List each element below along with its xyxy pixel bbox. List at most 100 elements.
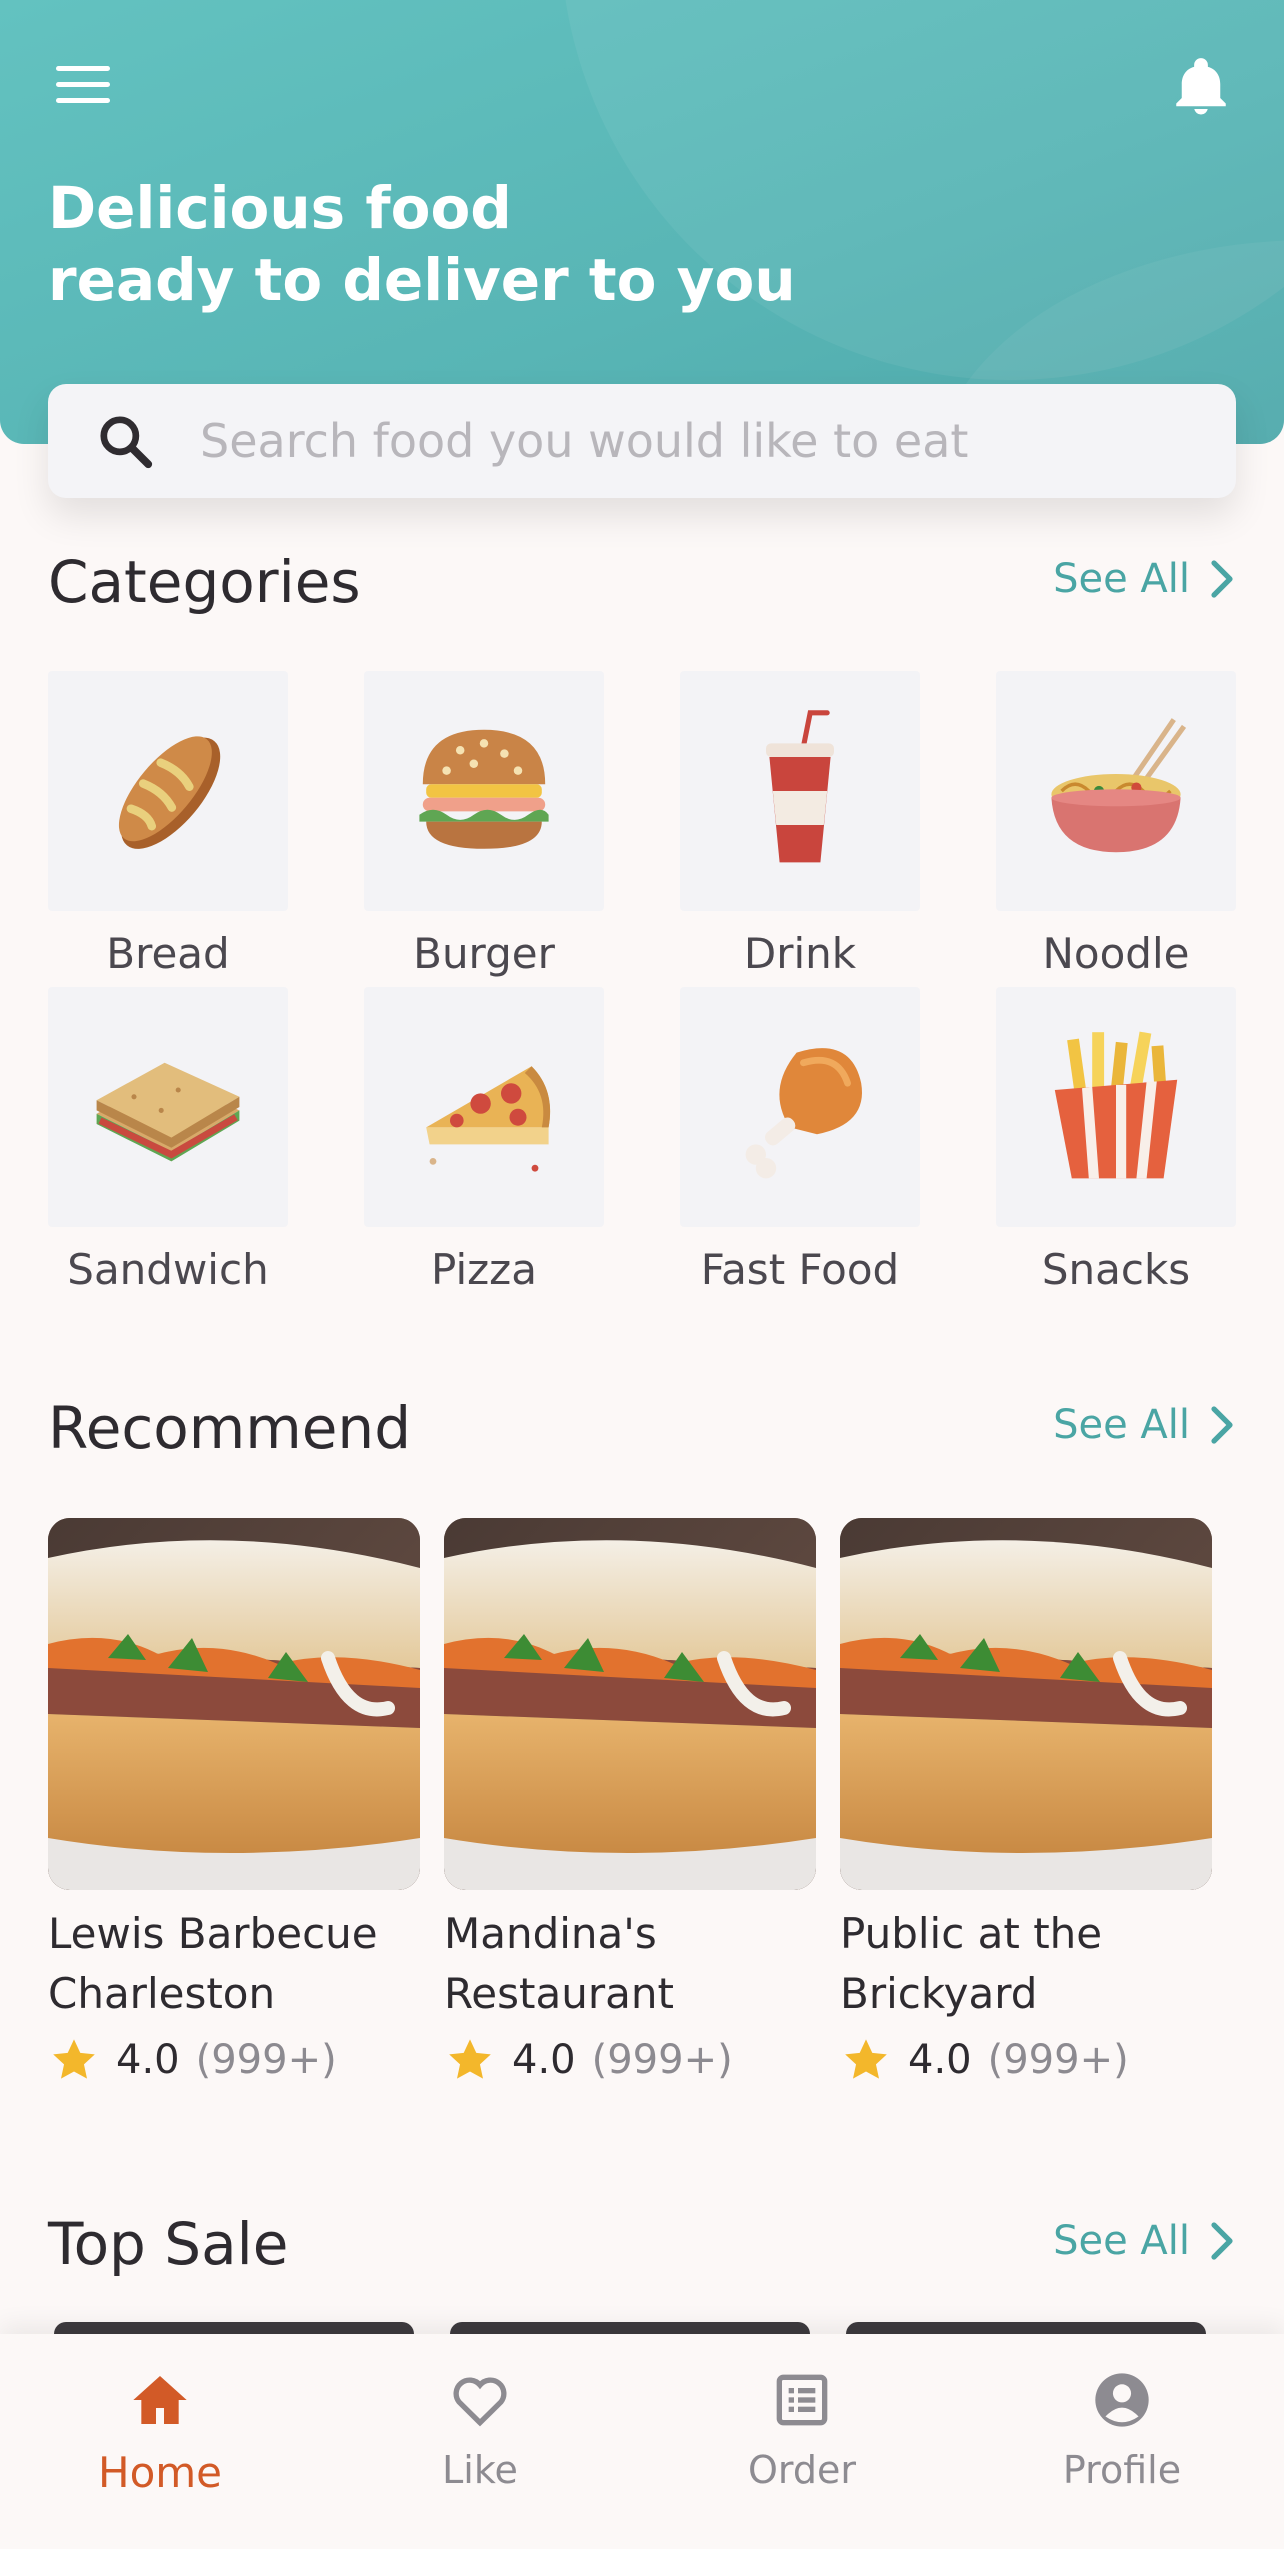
top-sale-card-peek[interactable] — [450, 2322, 810, 2334]
top-sale-card-peek[interactable] — [54, 2322, 414, 2334]
rating: 4.0 (999+) — [840, 2034, 1212, 2086]
recommend-card[interactable]: Public at the Brickyard 4.0 (999+) — [840, 1518, 1212, 2086]
category-snacks[interactable]: Snacks — [996, 987, 1236, 1302]
rating: 4.0 (999+) — [444, 2034, 816, 2086]
recommend-card[interactable]: Lewis Barbecue Charleston 4.0 (999+) — [48, 1518, 420, 2086]
category-tile — [996, 987, 1236, 1227]
category-label: Bread — [106, 929, 230, 978]
recommend-card[interactable]: Mandina's Restaurant 4.0 (999+) — [444, 1518, 816, 2086]
category-tile — [996, 671, 1236, 911]
page-title: Delicious food ready to deliver to you — [48, 172, 948, 316]
category-drink[interactable]: Drink — [680, 671, 920, 986]
rating-score: 4.0 — [908, 2037, 972, 2083]
recommend-title: Recommend — [48, 1394, 412, 1462]
restaurant-name-line-2: Restaurant — [444, 1969, 674, 2018]
top-sale-title: Top Sale — [48, 2210, 289, 2278]
category-label: Drink — [743, 929, 857, 978]
top-sale-see-all-button[interactable]: See All — [1053, 2218, 1236, 2264]
rating: 4.0 (999+) — [48, 2034, 420, 2086]
banh-mi-image — [48, 1518, 420, 1890]
sandwich-icon — [96, 1062, 240, 1162]
category-noodle[interactable]: Noodle — [996, 671, 1236, 986]
profile-icon — [1095, 2373, 1149, 2427]
noodle-icon — [1051, 718, 1187, 853]
banh-mi-image — [840, 1518, 1212, 1890]
rating-score: 4.0 — [116, 2037, 180, 2083]
see-all-label: See All — [1053, 2218, 1190, 2264]
top-sale-header: Top Sale See All — [48, 2210, 1236, 2290]
restaurant-name: Mandina's Restaurant — [444, 1904, 816, 2024]
restaurant-name-line-1: Lewis Barbecue — [48, 1909, 378, 1958]
nav-order[interactable]: Order — [682, 2368, 922, 2528]
category-tile — [680, 671, 920, 911]
recommend-see-all-button[interactable]: See All — [1053, 1402, 1236, 1448]
recommend-header: Recommend See All — [48, 1394, 1236, 1474]
top-sale-card-peek[interactable] — [846, 2322, 1206, 2334]
rating-count: (999+) — [591, 2037, 733, 2083]
restaurant-name: Lewis Barbecue Charleston — [48, 1904, 420, 2024]
chevron-right-icon — [1211, 560, 1233, 598]
title-line-2: ready to deliver to you — [48, 246, 796, 314]
search-icon — [100, 416, 153, 469]
category-tile — [48, 671, 288, 911]
bread-icon — [118, 736, 221, 849]
order-list-icon — [776, 2374, 828, 2426]
food-photo — [48, 1518, 420, 1890]
rating-count: (999+) — [195, 2037, 337, 2083]
drink-icon — [766, 710, 834, 863]
nav-profile[interactable]: Profile — [1002, 2368, 1242, 2528]
bottom-navigation: Home Like Order Profile — [0, 2334, 1284, 2549]
restaurant-name-line-1: Public at the — [840, 1909, 1103, 1958]
search-input[interactable] — [200, 401, 1200, 481]
nav-like[interactable]: Like — [360, 2368, 600, 2528]
pizza-icon — [426, 1066, 551, 1172]
nav-label: Like — [442, 2448, 518, 2492]
nav-label: Home — [97, 2448, 223, 2497]
food-photo — [444, 1518, 816, 1890]
categories-title: Categories — [48, 548, 361, 616]
restaurant-name-line-1: Mandina's — [444, 1909, 657, 1958]
category-label: Sandwich — [67, 1245, 269, 1294]
category-sandwich[interactable]: Sandwich — [48, 987, 288, 1302]
star-icon — [449, 2039, 491, 2079]
category-label: Snacks — [1041, 1245, 1191, 1294]
chevron-right-icon — [1211, 2222, 1233, 2260]
category-bread[interactable]: Bread — [48, 671, 288, 986]
hamburger-menu-icon[interactable] — [56, 66, 112, 106]
categories-header: Categories See All — [48, 548, 1236, 628]
chicken-leg-icon — [745, 1048, 862, 1179]
nav-label: Order — [748, 2448, 856, 2492]
star-icon — [53, 2039, 95, 2079]
bell-icon[interactable] — [1168, 54, 1234, 120]
fries-icon — [1054, 1031, 1178, 1179]
rating-count: (999+) — [987, 2037, 1129, 2083]
heart-icon — [453, 2377, 507, 2427]
banh-mi-image — [444, 1518, 816, 1890]
see-all-label: See All — [1053, 1402, 1190, 1448]
category-tile — [364, 671, 604, 911]
category-tile — [364, 987, 604, 1227]
nav-home[interactable]: Home — [40, 2368, 280, 2528]
chevron-right-icon — [1211, 1406, 1233, 1444]
category-tile — [48, 987, 288, 1227]
see-all-label: See All — [1053, 556, 1190, 602]
home-icon — [133, 2376, 187, 2424]
categories-see-all-button[interactable]: See All — [1053, 556, 1236, 602]
header-banner: Delicious food ready to deliver to you — [0, 0, 1284, 444]
rating-score: 4.0 — [512, 2037, 576, 2083]
category-pizza[interactable]: Pizza — [364, 987, 604, 1302]
category-label: Pizza — [431, 1245, 537, 1294]
category-tile — [680, 987, 920, 1227]
category-label: Burger — [413, 929, 555, 978]
search-bar[interactable] — [48, 384, 1236, 498]
star-icon — [845, 2039, 887, 2079]
category-burger[interactable]: Burger — [364, 671, 604, 986]
category-label: Fast Food — [700, 1245, 900, 1294]
food-photo — [840, 1518, 1212, 1890]
burger-icon — [419, 729, 549, 849]
restaurant-name: Public at the Brickyard — [840, 1904, 1212, 2024]
nav-label: Profile — [1062, 2448, 1182, 2492]
category-fast-food[interactable]: Fast Food — [680, 987, 920, 1302]
restaurant-name-line-2: Brickyard — [840, 1969, 1038, 2018]
category-label: Noodle — [1042, 929, 1190, 978]
